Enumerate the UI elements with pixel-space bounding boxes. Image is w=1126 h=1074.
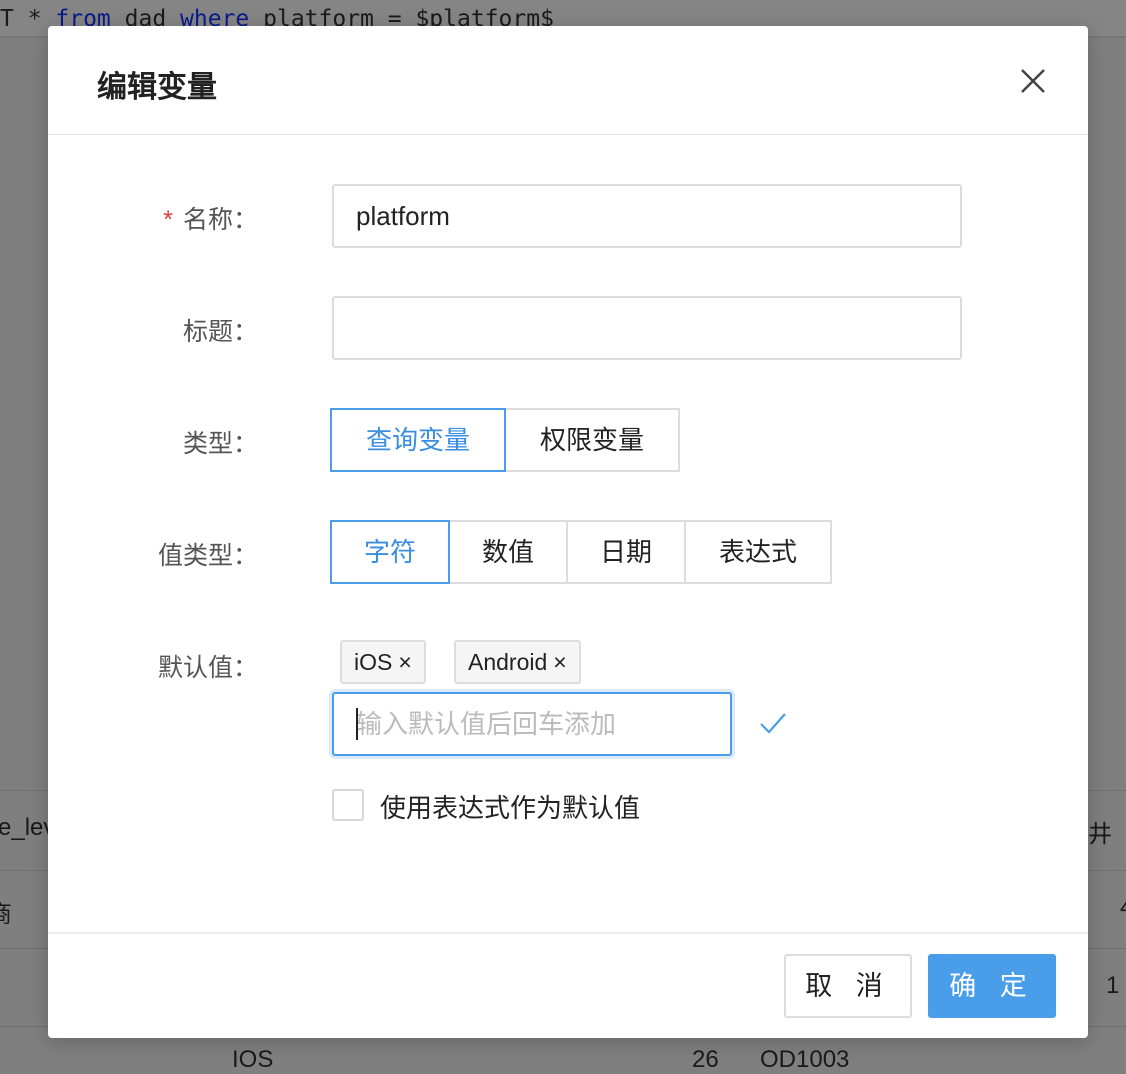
type-option-query[interactable]: 查询变量	[330, 408, 506, 472]
type-label: 类型：	[182, 430, 258, 458]
table-cell: 4	[1120, 894, 1126, 922]
remove-tag-icon[interactable]: ×	[553, 649, 566, 675]
dialog-footer-divider	[48, 932, 1088, 934]
table-cell: 26	[692, 1046, 719, 1073]
table-cell: OD1003	[760, 1046, 850, 1073]
default-tag: iOS ×	[340, 640, 426, 684]
name-input[interactable]: platform	[332, 184, 962, 248]
table-cell: 商	[0, 894, 12, 929]
value-type-option-number[interactable]: 数值	[448, 520, 568, 584]
dialog-title: 编辑变量	[97, 71, 217, 104]
title-label: 标题：	[182, 318, 258, 346]
value-type-option-string[interactable]: 字符	[330, 520, 450, 584]
table-header-cell: 井	[1088, 821, 1112, 848]
placeholder-text: 输入默认值后回车添加	[356, 709, 617, 739]
ok-button[interactable]: 确 定	[928, 954, 1056, 1018]
label-text: 名称：	[182, 206, 258, 234]
name-label: * 名称：	[58, 200, 258, 236]
dialog-header: 编辑变量	[48, 26, 1088, 135]
edit-variable-dialog: 编辑变量 * 名称： platform 标题： 类型： 查询变量 权限变量 值类型…	[48, 26, 1088, 1038]
table-cell: 1	[1106, 972, 1120, 999]
tag-label: iOS	[354, 649, 393, 675]
value-type-option-expression[interactable]: 表达式	[684, 520, 832, 584]
close-icon[interactable]	[1018, 66, 1048, 96]
type-option-permission[interactable]: 权限变量	[504, 408, 680, 472]
check-icon[interactable]	[759, 710, 787, 738]
use-expression-checkbox[interactable]	[332, 789, 364, 821]
default-value-input[interactable]: 输入默认值后回车添加	[332, 692, 732, 756]
type-segmented-control: 查询变量 权限变量	[330, 408, 680, 472]
default-label: 默认值：	[157, 654, 258, 682]
cancel-button[interactable]: 取 消	[784, 954, 912, 1018]
value-type-segmented-control: 字符 数值 日期 表达式	[330, 520, 832, 584]
title-input[interactable]	[332, 296, 962, 360]
tag-label: Android	[468, 649, 548, 675]
text-caret	[356, 708, 358, 740]
default-tag: Android ×	[454, 640, 581, 684]
required-mark: *	[163, 206, 173, 234]
remove-tag-icon[interactable]: ×	[398, 649, 411, 675]
value-type-label: 值类型：	[157, 542, 258, 570]
table-cell: IOS	[232, 1046, 274, 1073]
use-expression-label[interactable]: 使用表达式作为默认值	[380, 788, 640, 825]
value-type-option-date[interactable]: 日期	[566, 520, 686, 584]
